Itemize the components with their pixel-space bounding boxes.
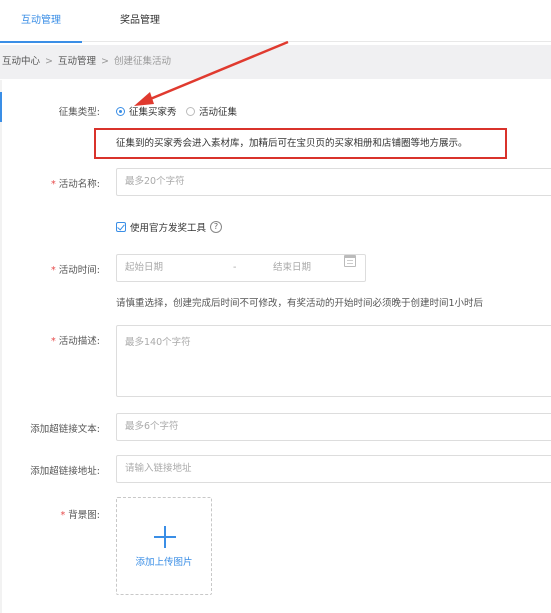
annotation-arrow-head <box>134 92 154 106</box>
annotation-arrow-shaft <box>142 40 289 104</box>
annotation-arrow-icon <box>134 40 289 106</box>
